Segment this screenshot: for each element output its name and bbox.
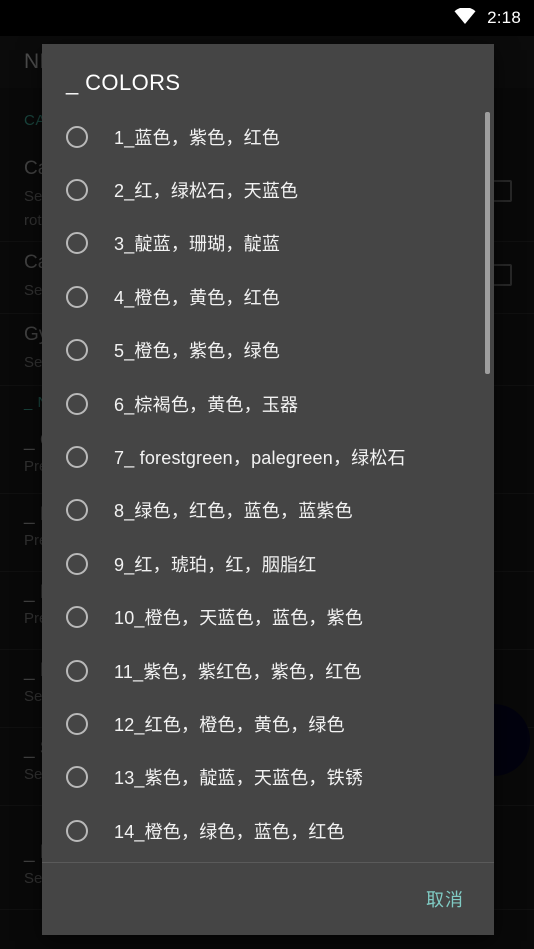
list-item[interactable]: 4_橙色，黄色，红色 <box>42 270 494 323</box>
list-item-label: 6_棕褐色，黄色，玉器 <box>114 394 299 415</box>
radio-button-icon[interactable] <box>66 285 88 308</box>
status-bar: 2:18 <box>0 0 534 36</box>
list-item[interactable]: 2_红，绿松石，天蓝色 <box>42 163 494 216</box>
radio-button-icon[interactable] <box>66 179 88 202</box>
radio-button-icon[interactable] <box>66 659 88 682</box>
radio-button-icon[interactable] <box>66 552 88 575</box>
list-item[interactable]: 14_橙色，绿色，蓝色，红色 <box>42 804 494 857</box>
list-item[interactable]: 12_红色，橙色，黄色，绿色 <box>42 697 494 750</box>
list-item-label: 11_紫色，紫红色，紫色，红色 <box>114 661 362 682</box>
list-item[interactable]: 13_紫色，靛蓝，天蓝色，铁锈 <box>42 751 494 804</box>
list-item-label: 8_绿色，红色，蓝色，蓝紫色 <box>114 501 353 522</box>
list-item[interactable]: 3_靛蓝，珊瑚，靛蓝 <box>42 217 494 270</box>
list-item[interactable]: 7_ forestgreen，palegreen，绿松石 <box>42 430 494 483</box>
dialog-options-list[interactable]: 1_蓝色，紫色，红色 2_红，绿松石，天蓝色 3_靛蓝，珊瑚，靛蓝 4_橙色，黄色，红… <box>42 110 494 862</box>
radio-button-icon[interactable] <box>66 499 88 522</box>
radio-button-icon[interactable] <box>66 766 88 789</box>
list-item-label: 12_红色，橙色，黄色，绿色 <box>114 714 345 735</box>
cancel-button[interactable]: 取消 <box>420 878 470 920</box>
list-item-label: 10_橙色，天蓝色，蓝色，紫色 <box>114 608 364 629</box>
list-item-label: 7_ forestgreen，palegreen，绿松石 <box>114 448 406 469</box>
colors-dialog: _ COLORS 1_蓝色，紫色，红色 2_红，绿松石，天蓝色 3_靛蓝，珊瑚，靛蓝… <box>42 44 494 935</box>
dialog-title: _ COLORS <box>66 70 181 95</box>
list-item[interactable]: 1_蓝色，紫色，红色 <box>42 110 494 163</box>
radio-button-icon[interactable] <box>66 125 88 148</box>
list-item-label: 1_蓝色，紫色，红色 <box>114 127 281 148</box>
radio-button-icon[interactable] <box>66 712 88 735</box>
radio-button-icon[interactable] <box>66 392 88 415</box>
list-item-label: 13_紫色，靛蓝，天蓝色，铁锈 <box>114 768 364 789</box>
radio-button-icon[interactable] <box>66 232 88 255</box>
list-item[interactable]: 6_棕褐色，黄色，玉器 <box>42 377 494 430</box>
screen: 2:18 NE CA Ca Set rota Ca Set Gy Set _ N… <box>0 0 534 949</box>
list-item-label: 9_红，琥珀，红，胭脂红 <box>114 554 317 575</box>
list-item[interactable]: 8_绿色，红色，蓝色，蓝紫色 <box>42 484 494 537</box>
list-item[interactable]: 9_红，琥珀，红，胭脂红 <box>42 537 494 590</box>
wifi-icon <box>454 6 476 29</box>
status-bar-clock: 2:18 <box>487 8 521 27</box>
radio-button-icon[interactable] <box>66 446 88 469</box>
radio-button-icon[interactable] <box>66 606 88 629</box>
list-item-label: 14_橙色，绿色，蓝色，红色 <box>114 821 345 842</box>
list-item[interactable]: 10_橙色，天蓝色，蓝色，紫色 <box>42 591 494 644</box>
radio-button-icon[interactable] <box>66 339 88 362</box>
dialog-footer: 取消 <box>42 862 494 935</box>
radio-button-icon[interactable] <box>66 819 88 842</box>
list-item[interactable]: 5_橙色，紫色，绿色 <box>42 324 494 377</box>
list-item-label: 4_橙色，黄色，红色 <box>114 287 281 308</box>
list-item-label: 2_红，绿松石，天蓝色 <box>114 181 299 202</box>
list-item-label: 3_靛蓝，珊瑚，靛蓝 <box>114 234 281 255</box>
list-item[interactable]: 11_紫色，紫红色，紫色，红色 <box>42 644 494 697</box>
list-item-label: 5_橙色，紫色，绿色 <box>114 341 281 362</box>
